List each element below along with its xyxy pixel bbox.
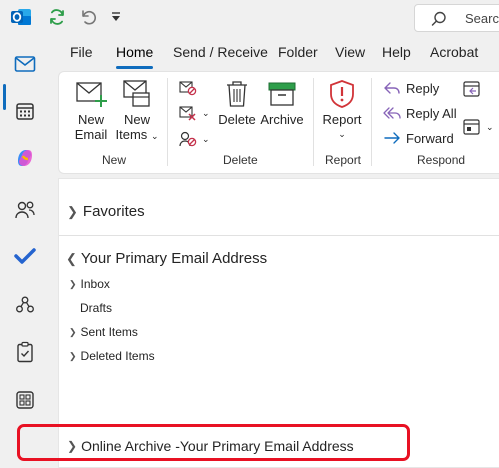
- folder-label: Drafts: [80, 301, 113, 315]
- forward-icon: [384, 132, 400, 144]
- pane-divider: [59, 235, 499, 236]
- copilot-icon[interactable]: [11, 144, 39, 172]
- chevron-right-icon: ❯: [69, 326, 77, 337]
- folder-drafts[interactable]: Drafts: [80, 301, 112, 315]
- meeting-reply-button[interactable]: [463, 80, 481, 98]
- shield-icon: [330, 80, 354, 108]
- delete-label: Delete: [218, 112, 256, 127]
- apps-icon[interactable]: [11, 386, 39, 414]
- reply-all-label: Reply All: [406, 105, 457, 121]
- tab-help[interactable]: Help: [382, 44, 411, 60]
- new-items-label-1: New: [123, 112, 150, 127]
- new-email-label-1: New: [77, 112, 104, 127]
- new-items-label-text: Items: [115, 127, 148, 142]
- mail-icon[interactable]: [11, 50, 39, 78]
- chevron-down-icon: ⌄: [486, 121, 494, 132]
- calendar-icon[interactable]: [11, 97, 39, 125]
- trash-icon: [227, 81, 247, 107]
- reply-all-icon: [383, 107, 401, 119]
- folder-label: Inbox: [80, 277, 110, 291]
- folder-label: Sent Items: [80, 325, 138, 339]
- active-tab-indicator: [116, 66, 153, 69]
- favorites-node[interactable]: ❯ Favorites: [67, 203, 145, 220]
- report-label: Report: [322, 112, 362, 127]
- tab-acrobat[interactable]: Acrobat: [430, 44, 478, 60]
- chevron-down-icon: ⌄: [150, 131, 159, 141]
- delete-button[interactable]: Delete: [217, 79, 257, 127]
- customize-icon[interactable]: [106, 7, 126, 27]
- outlook-icon[interactable]: [10, 6, 32, 28]
- reply-label: Reply: [406, 80, 440, 96]
- ignore-button[interactable]: [179, 80, 197, 96]
- group-label-new: New: [102, 153, 127, 167]
- chevron-right-icon: ❯: [69, 278, 77, 289]
- chevron-down-icon: ⌄: [202, 133, 210, 144]
- todo-icon[interactable]: [11, 242, 39, 270]
- ribbon: New Email New Items ⌄ New ⌄ ⌄ Delete Arc…: [58, 71, 499, 174]
- chevron-right-icon: ❯: [69, 350, 77, 361]
- reply-all-button[interactable]: Reply All: [383, 105, 457, 121]
- new-email-label-2: Email: [74, 127, 108, 142]
- tasks-icon[interactable]: [11, 338, 39, 366]
- tab-folder[interactable]: Folder: [278, 44, 318, 60]
- account-label: Your Primary Email Address: [80, 250, 268, 267]
- report-button[interactable]: Report ⌄: [321, 79, 363, 142]
- people-icon[interactable]: [11, 196, 39, 224]
- folder-inbox[interactable]: ❯ Inbox: [69, 277, 110, 291]
- ignore-icon: [179, 81, 197, 96]
- folder-sent-items[interactable]: ❯ Sent Items: [69, 325, 138, 339]
- favorites-label: Favorites: [82, 203, 145, 220]
- tab-view[interactable]: View: [335, 44, 365, 60]
- junk-icon: [179, 131, 197, 147]
- forward-button[interactable]: Forward: [383, 130, 454, 146]
- forward-label: Forward: [406, 130, 454, 146]
- new-email-button[interactable]: New Email: [71, 79, 111, 142]
- junk-button[interactable]: ⌄: [179, 130, 210, 148]
- clean-up-icon: [179, 106, 196, 121]
- clean-up-button[interactable]: ⌄: [179, 105, 210, 121]
- archive-label: Archive: [260, 112, 304, 127]
- account-node[interactable]: ❮ Your Primary Email Address: [66, 250, 267, 267]
- new-items-icon: [123, 80, 150, 107]
- folder-deleted-items[interactable]: ❯ Deleted Items: [69, 349, 155, 363]
- active-indicator: [3, 84, 6, 110]
- chevron-right-icon: ❯: [67, 203, 78, 219]
- group-label-delete: Delete: [223, 153, 258, 167]
- reply-button[interactable]: Reply: [383, 80, 439, 96]
- tab-file[interactable]: File: [70, 44, 93, 60]
- search-icon: [431, 11, 446, 26]
- new-items-button[interactable]: New Items ⌄: [115, 79, 159, 144]
- search-placeholder: Search: [465, 11, 499, 26]
- tab-send-receive[interactable]: Send / Receive: [173, 44, 268, 60]
- more-respond-icon: [463, 119, 480, 135]
- chevron-down-icon: ⌄: [338, 129, 346, 139]
- title-bar: Search: [0, 0, 499, 34]
- highlight-box: [17, 424, 410, 461]
- undo-icon[interactable]: [78, 7, 98, 27]
- sync-icon[interactable]: [47, 7, 67, 27]
- ribbon-separator: [313, 78, 314, 166]
- more-respond-button[interactable]: ⌄: [463, 118, 494, 136]
- folder-label: Deleted Items: [80, 349, 155, 363]
- tab-home[interactable]: Home: [116, 44, 153, 60]
- chevron-down-icon: ⌄: [202, 107, 210, 118]
- ribbon-separator: [167, 78, 168, 166]
- group-label-respond: Respond: [417, 153, 466, 167]
- ribbon-separator: [371, 78, 372, 166]
- navigation-rail: [0, 34, 50, 468]
- new-items-label-2: Items ⌄: [115, 127, 159, 144]
- search-input[interactable]: Search: [414, 4, 499, 32]
- new-email-icon: [76, 82, 107, 107]
- calendar-reply-icon: [463, 81, 480, 97]
- org-explorer-icon[interactable]: [11, 291, 39, 319]
- reply-icon: [384, 82, 400, 94]
- archive-button[interactable]: Archive: [259, 79, 305, 127]
- archive-icon: [268, 82, 296, 106]
- chevron-down-icon: ❮: [66, 250, 77, 266]
- group-label-report: Report: [325, 153, 362, 167]
